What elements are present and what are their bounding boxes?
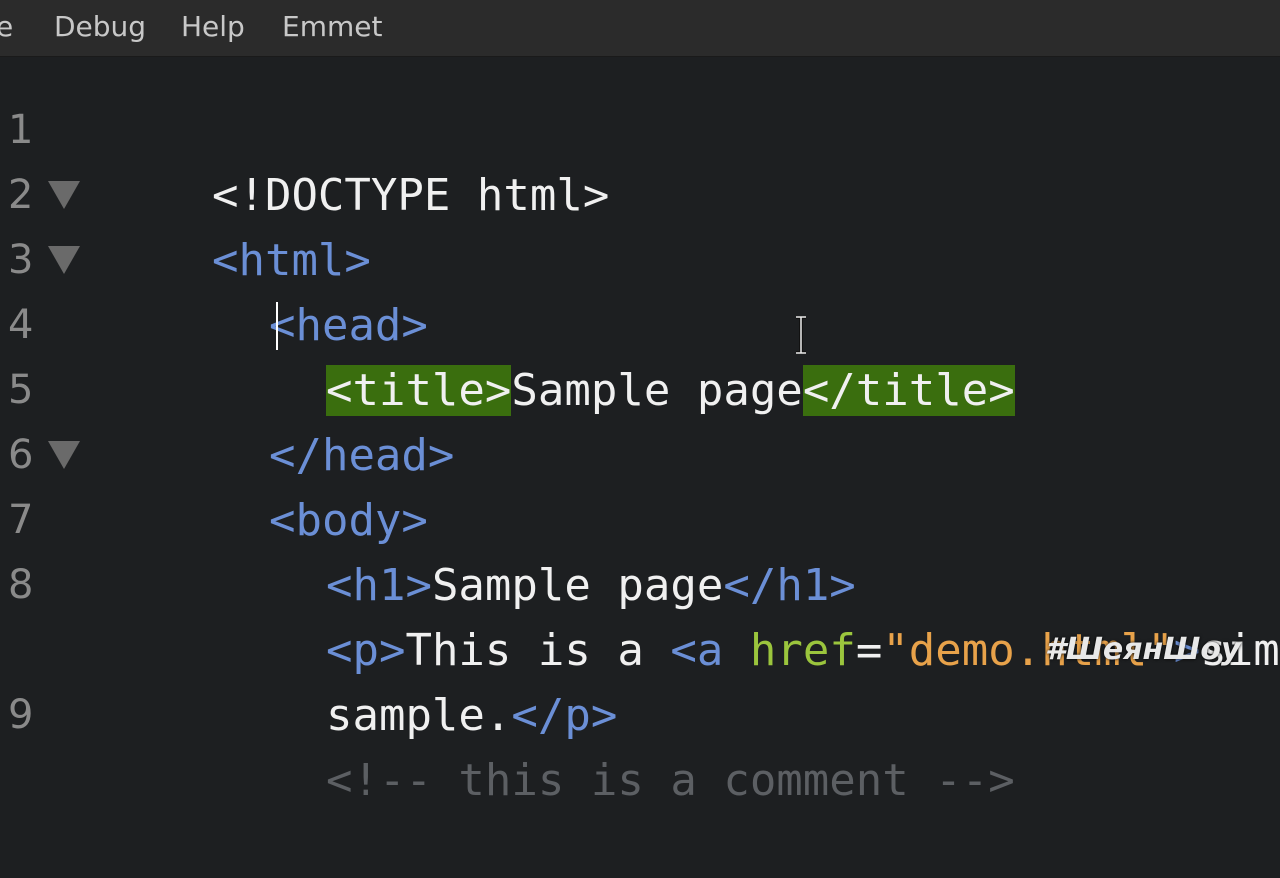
code-line-2[interactable]: <html> [106,163,371,286]
text-caret [276,302,278,350]
line-number: 9 [8,692,34,738]
equals-sign: = [855,625,883,676]
menu-item-help[interactable]: Help [181,0,245,56]
code-line-8[interactable]: <p>This is a <a href="demo.html">simp [220,553,1280,676]
line-number: 8 [8,562,34,608]
line-number: 5 [8,367,34,413]
code-line-6[interactable]: <body> [163,423,428,546]
menu-item-partial[interactable]: e [0,0,13,56]
menu-bar: e Debug Help Emmet [0,0,1280,57]
menu-item-debug[interactable]: Debug [54,0,146,56]
code-line-1[interactable]: <!DOCTYPE html> [106,98,609,221]
fold-arrow-icon[interactable] [48,181,80,209]
href-attribute: href [749,625,856,676]
fold-arrow-icon[interactable] [48,246,80,274]
title-close-tag-highlighted: </title> [802,365,1015,416]
code-line-5[interactable]: </head> [163,358,454,481]
code-line-8-wrap[interactable]: sample.</p> [220,618,617,741]
line-number: 2 [8,172,34,218]
html-comment: <!-- this is a comment --> [325,755,1015,806]
fold-arrow-icon[interactable] [48,441,80,469]
code-line-3[interactable]: <head> [163,228,428,351]
line-number: 7 [8,497,34,543]
line-number: 4 [8,302,34,348]
line-number: 3 [8,237,34,283]
line-number: 6 [8,432,34,478]
title-text: Sample page [511,365,803,416]
a-open-tag: <a [670,625,750,676]
text-cursor-icon [796,316,806,354]
code-line-9[interactable]: <!-- this is a comment --> [220,683,1015,806]
menu-item-emmet[interactable]: Emmet [282,0,382,56]
channel-watermark: #ШеянШоу [1045,632,1241,667]
code-line-4[interactable]: <title>Sample page</title> [220,293,1015,416]
line-number: 1 [8,107,34,153]
code-line-7[interactable]: <h1>Sample page</h1> [220,488,856,611]
